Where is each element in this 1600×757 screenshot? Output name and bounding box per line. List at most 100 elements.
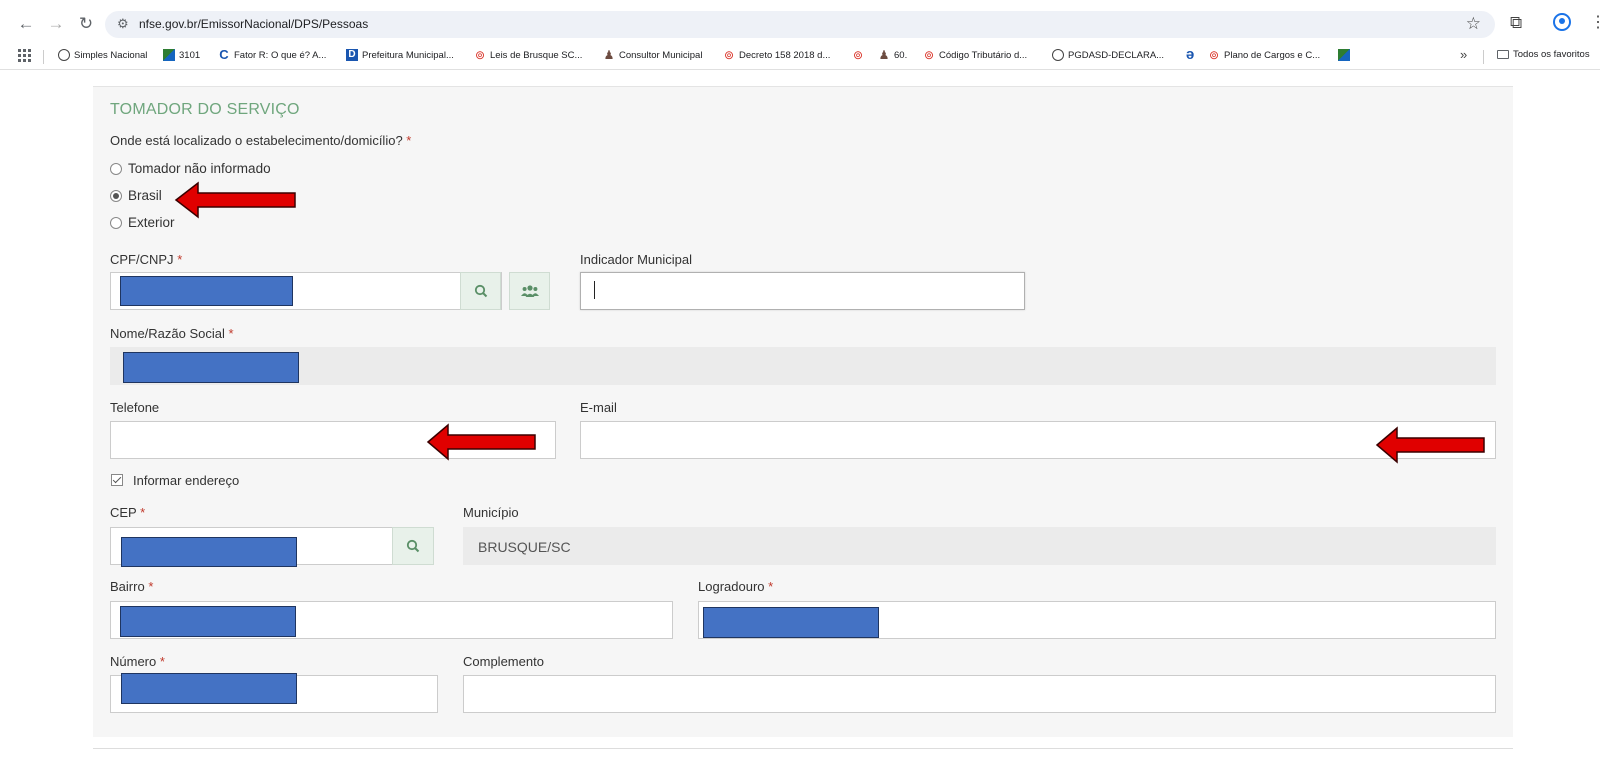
- bookmark-item[interactable]: ♟ 60.: [878, 48, 908, 62]
- red-logo-icon: ⊚: [852, 48, 864, 62]
- logradouro-label: Logradouro *: [698, 579, 774, 594]
- text-caret: [594, 281, 595, 299]
- indicador-municipal-label: Indicador Municipal: [580, 252, 693, 267]
- redaction-box: [121, 673, 297, 704]
- municipio-label: Município: [463, 505, 519, 520]
- bookmark-item[interactable]: ⊚ Leis de Brusque SC...: [474, 49, 582, 61]
- bookmark-star-icon[interactable]: ☆: [1466, 14, 1481, 34]
- divider: [1483, 50, 1484, 64]
- complemento-input[interactable]: [463, 675, 1496, 713]
- bookmark-label: 3101: [179, 49, 201, 61]
- radio-button[interactable]: [110, 189, 122, 202]
- bookmark-item[interactable]: ⊚: [852, 49, 864, 61]
- red-logo-icon: ⊚: [474, 48, 486, 62]
- bookmark-label: Consultor Municipal: [619, 49, 703, 61]
- c-logo-icon: C: [219, 47, 229, 62]
- complemento-label: Complemento: [463, 654, 544, 669]
- search-cpf-button[interactable]: [460, 272, 501, 310]
- cpf-cnpj-label: CPF/CNPJ *: [110, 252, 183, 267]
- globe-icon: [58, 49, 70, 61]
- bookmark-item[interactable]: 3101: [163, 49, 200, 61]
- bookmark-item[interactable]: ⊚ Plano de Cargos e C...: [1208, 49, 1320, 61]
- form-card: [93, 86, 1513, 737]
- person-icon: ♟: [878, 48, 890, 62]
- person-icon: ♟: [603, 48, 615, 62]
- redaction-box: [121, 537, 297, 567]
- back-arrow-icon[interactable]: ←: [15, 14, 37, 34]
- globe-icon: [1052, 49, 1064, 61]
- email-label: E-mail: [580, 400, 617, 415]
- bookmark-label: Leis de Brusque SC...: [490, 49, 583, 61]
- bookmark-label: Código Tributário d...: [939, 49, 1028, 61]
- indicador-municipal-input[interactable]: [580, 272, 1025, 310]
- url-text: nfse.gov.br/EmissorNacional/DPS/Pessoas: [139, 17, 369, 31]
- more-bookmarks-icon[interactable]: »: [1460, 47, 1467, 62]
- flag-icon: [163, 49, 175, 61]
- bairro-label: Bairro *: [110, 579, 154, 594]
- bookmark-label: Fator R: O que é? A...: [234, 49, 327, 61]
- menu-kebab-icon[interactable]: ⋮: [1590, 12, 1600, 32]
- radio-button[interactable]: [110, 216, 122, 229]
- annotation-arrow-icon: [174, 181, 296, 219]
- radio-button[interactable]: [110, 162, 122, 175]
- profile-icon[interactable]: [1553, 13, 1571, 31]
- annotation-arrow-icon: [1375, 426, 1485, 464]
- radio-tomador-nao-informado[interactable]: Tomador não informado: [110, 161, 271, 176]
- search-icon: [406, 539, 420, 553]
- users-icon: [520, 285, 539, 297]
- redaction-box: [123, 352, 299, 383]
- flag-icon: [1338, 49, 1350, 61]
- search-cep-button[interactable]: [392, 527, 434, 565]
- informar-endereco-label: Informar endereço: [133, 473, 240, 488]
- bookmark-item[interactable]: PGDASD-DECLARA...: [1052, 49, 1164, 61]
- telefone-label: Telefone: [110, 400, 160, 415]
- bookmark-item[interactable]: ə: [1184, 46, 1196, 63]
- bookmark-label: Plano de Cargos e C...: [1224, 49, 1321, 61]
- bookmark-label: PGDASD-DECLARA...: [1068, 49, 1165, 61]
- red-logo-icon: ⊚: [723, 48, 735, 62]
- bookmark-label: Prefeitura Municipal...: [362, 49, 454, 61]
- bookmark-item[interactable]: Simples Nacional: [58, 49, 147, 61]
- bookmark-item[interactable]: ♟ Consultor Municipal: [603, 48, 703, 62]
- municipio-field: [463, 527, 1496, 565]
- address-bar[interactable]: ⚙ nfse.gov.br/EmissorNacional/DPS/Pessoa…: [105, 11, 1495, 38]
- bookmark-item[interactable]: ⊚ Código Tributário d...: [923, 49, 1027, 61]
- folder-icon: [1497, 50, 1509, 59]
- annotation-arrow-icon: [426, 423, 536, 461]
- bookmarks-bar: Simples Nacional 3101 C Fator R: O que é? A…: [0, 45, 1600, 70]
- email-input[interactable]: [580, 421, 1496, 459]
- numero-label: Número *: [110, 654, 165, 669]
- bookmark-item[interactable]: ⊚ Decreto 158 2018 d...: [723, 49, 830, 61]
- forward-arrow-icon[interactable]: →: [45, 14, 67, 34]
- extensions-icon[interactable]: ⧉: [1510, 13, 1522, 33]
- site-settings-icon[interactable]: ⚙: [117, 16, 129, 32]
- bookmark-item[interactable]: C Fator R: O que é? A...: [218, 47, 327, 62]
- informar-endereco-checkbox[interactable]: [111, 474, 123, 486]
- divider: [43, 50, 44, 64]
- d-logo-icon: D: [346, 49, 358, 61]
- redaction-box: [120, 276, 293, 306]
- reload-icon[interactable]: ↻: [75, 14, 97, 34]
- municipio-value: BRUSQUE/SC: [478, 539, 571, 555]
- bookmark-item[interactable]: [1338, 49, 1350, 61]
- a-logo-icon: ə: [1185, 46, 1195, 63]
- bookmark-label: Decreto 158 2018 d...: [739, 49, 831, 61]
- bookmark-item[interactable]: D Prefeitura Municipal...: [346, 49, 454, 61]
- redaction-box: [120, 606, 296, 637]
- bookmark-label: 60.: [894, 49, 908, 61]
- radio-brasil[interactable]: Brasil: [110, 188, 162, 203]
- all-bookmarks-folder[interactable]: Todos os favoritos: [1497, 49, 1590, 60]
- divider: [93, 748, 1513, 749]
- bookmark-label: Simples Nacional: [74, 49, 148, 61]
- redaction-box: [703, 607, 879, 638]
- apps-grid-icon[interactable]: [18, 49, 31, 62]
- search-icon: [474, 284, 487, 298]
- section-title: TOMADOR DO SERVIÇO: [110, 101, 300, 118]
- red-logo-icon: ⊚: [923, 48, 935, 62]
- browser-toolbar: ← → ↻ ⚙ nfse.gov.br/EmissorNacional/DPS/…: [0, 0, 1600, 48]
- red-logo-icon: ⊚: [1208, 48, 1220, 62]
- select-person-button[interactable]: [509, 272, 550, 310]
- location-question-label: Onde está localizado o estabelecimento/d…: [110, 133, 412, 148]
- cep-label: CEP *: [110, 505, 146, 520]
- radio-exterior[interactable]: Exterior: [110, 215, 175, 230]
